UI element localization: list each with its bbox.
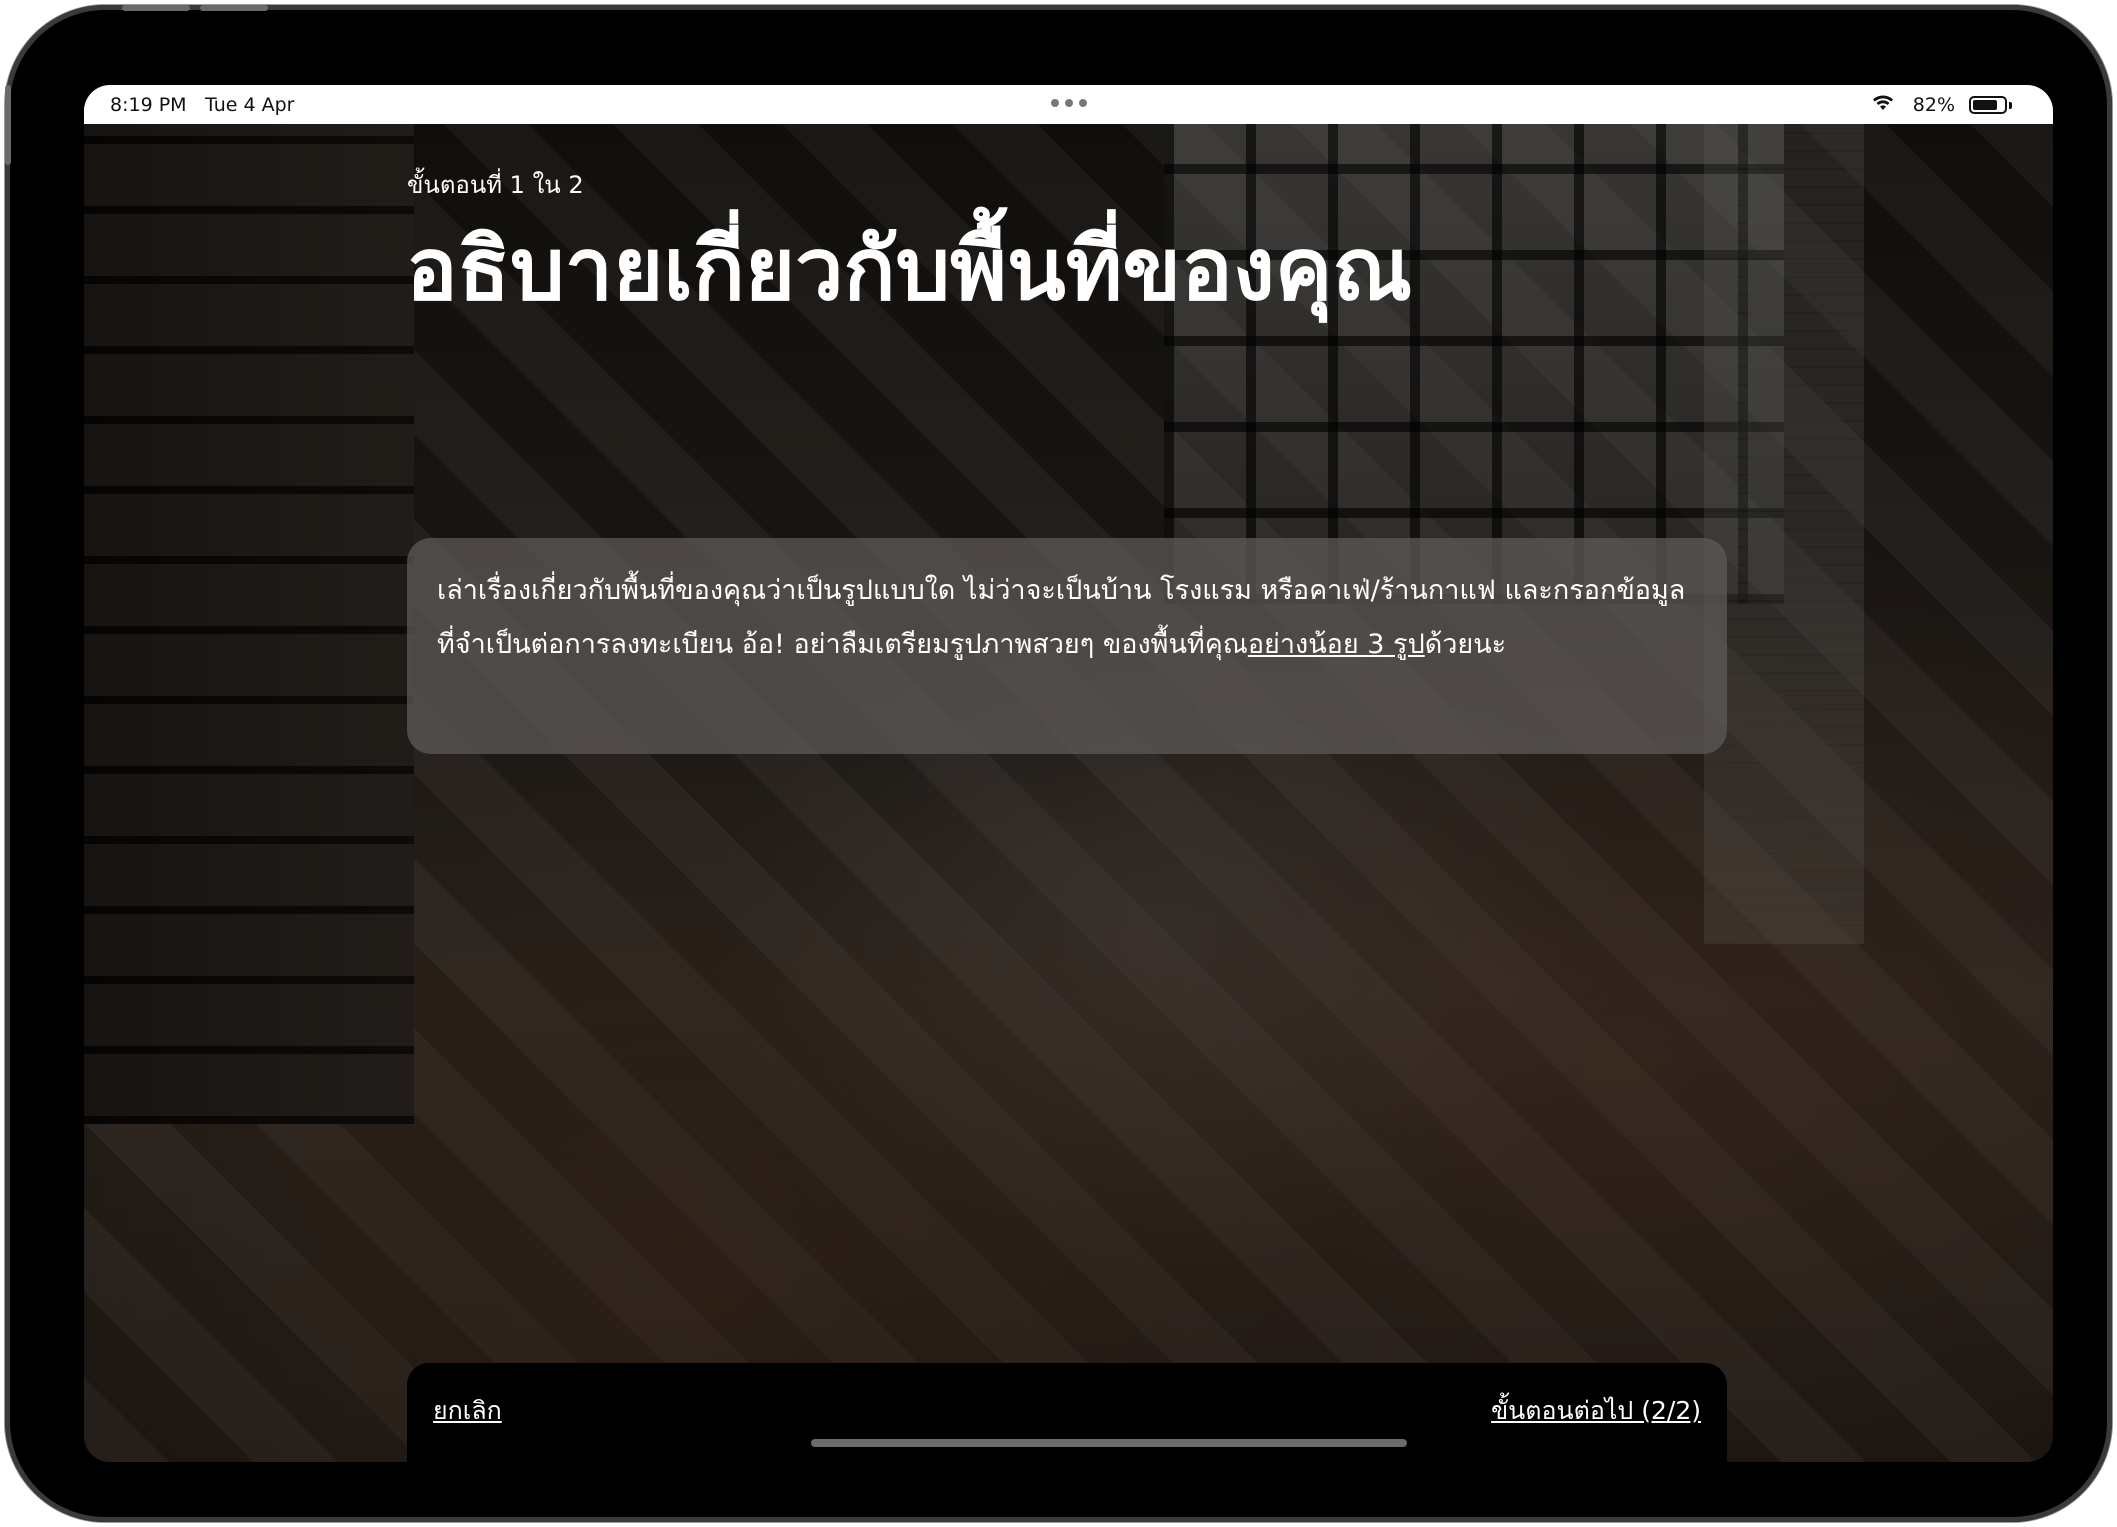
next-step-button[interactable]: ขั้นตอนต่อไป (2/2) [1491,1391,1701,1431]
page-title: อธิบายเกี่ยวกับพื้นที่ของคุณ [406,220,1413,320]
tablet-frame: 8:19 PM Tue 4 Apr 82% ขั้นตอนที่ 1 ใน 2 … [5,5,2112,1522]
status-indicators: 82% [1849,92,2029,118]
wifi-icon [1873,95,1893,110]
volume-button [200,5,268,11]
screen: 8:19 PM Tue 4 Apr 82% ขั้นตอนที่ 1 ใน 2 … [84,85,2053,1462]
status-time: 8:19 PM [110,94,187,116]
status-bar: 8:19 PM Tue 4 Apr 82% [84,85,2053,124]
cancel-button[interactable]: ยกเลิก [433,1391,502,1431]
multitasking-dots-icon[interactable] [1051,98,1087,108]
battery-percent: 82% [1912,94,1955,116]
description-card: เล่าเรื่องเกี่ยวกับพื้นที่ของคุณว่าเป็นร… [407,538,1727,754]
home-indicator[interactable] [811,1439,1407,1447]
bottom-action-bar: ยกเลิก ขั้นตอนต่อไป (2/2) [407,1363,1727,1462]
step-indicator: ขั้นตอนที่ 1 ใน 2 [407,171,584,199]
volume-button [122,5,190,11]
photo-requirement-link[interactable]: อย่างน้อย 3 รูป [1248,629,1425,660]
power-button [5,85,11,165]
status-date: Tue 4 Apr [205,94,295,116]
battery-tip [2009,102,2012,109]
battery-icon [1969,96,2007,114]
description-suffix: ด้วยนะ [1424,629,1507,660]
